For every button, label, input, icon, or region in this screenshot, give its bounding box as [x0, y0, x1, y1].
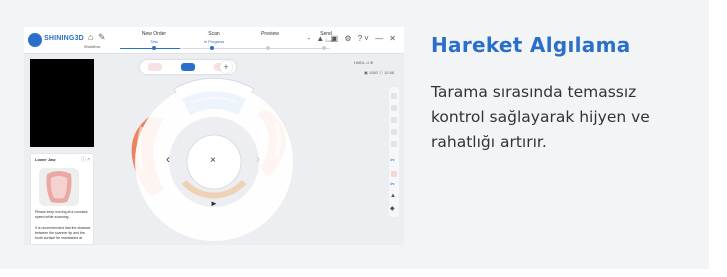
next-icon[interactable]: › [256, 152, 260, 166]
feature-title: Hareket Algılama [431, 33, 631, 57]
previous-icon[interactable]: ‹ [166, 152, 170, 166]
software-screenshot: SHINING3D ⌂ ✎ Workflow New Order Test Sc… [24, 27, 404, 245]
play-icon[interactable]: ► [210, 199, 218, 208]
feature-card: SHINING3D ⌂ ✎ Workflow New Order Test Sc… [0, 0, 709, 269]
gesture-overlay [131, 77, 293, 241]
close-icon[interactable]: × [210, 155, 216, 166]
feature-description: Tarama sırasında temassız kontrol sağlay… [431, 83, 650, 151]
